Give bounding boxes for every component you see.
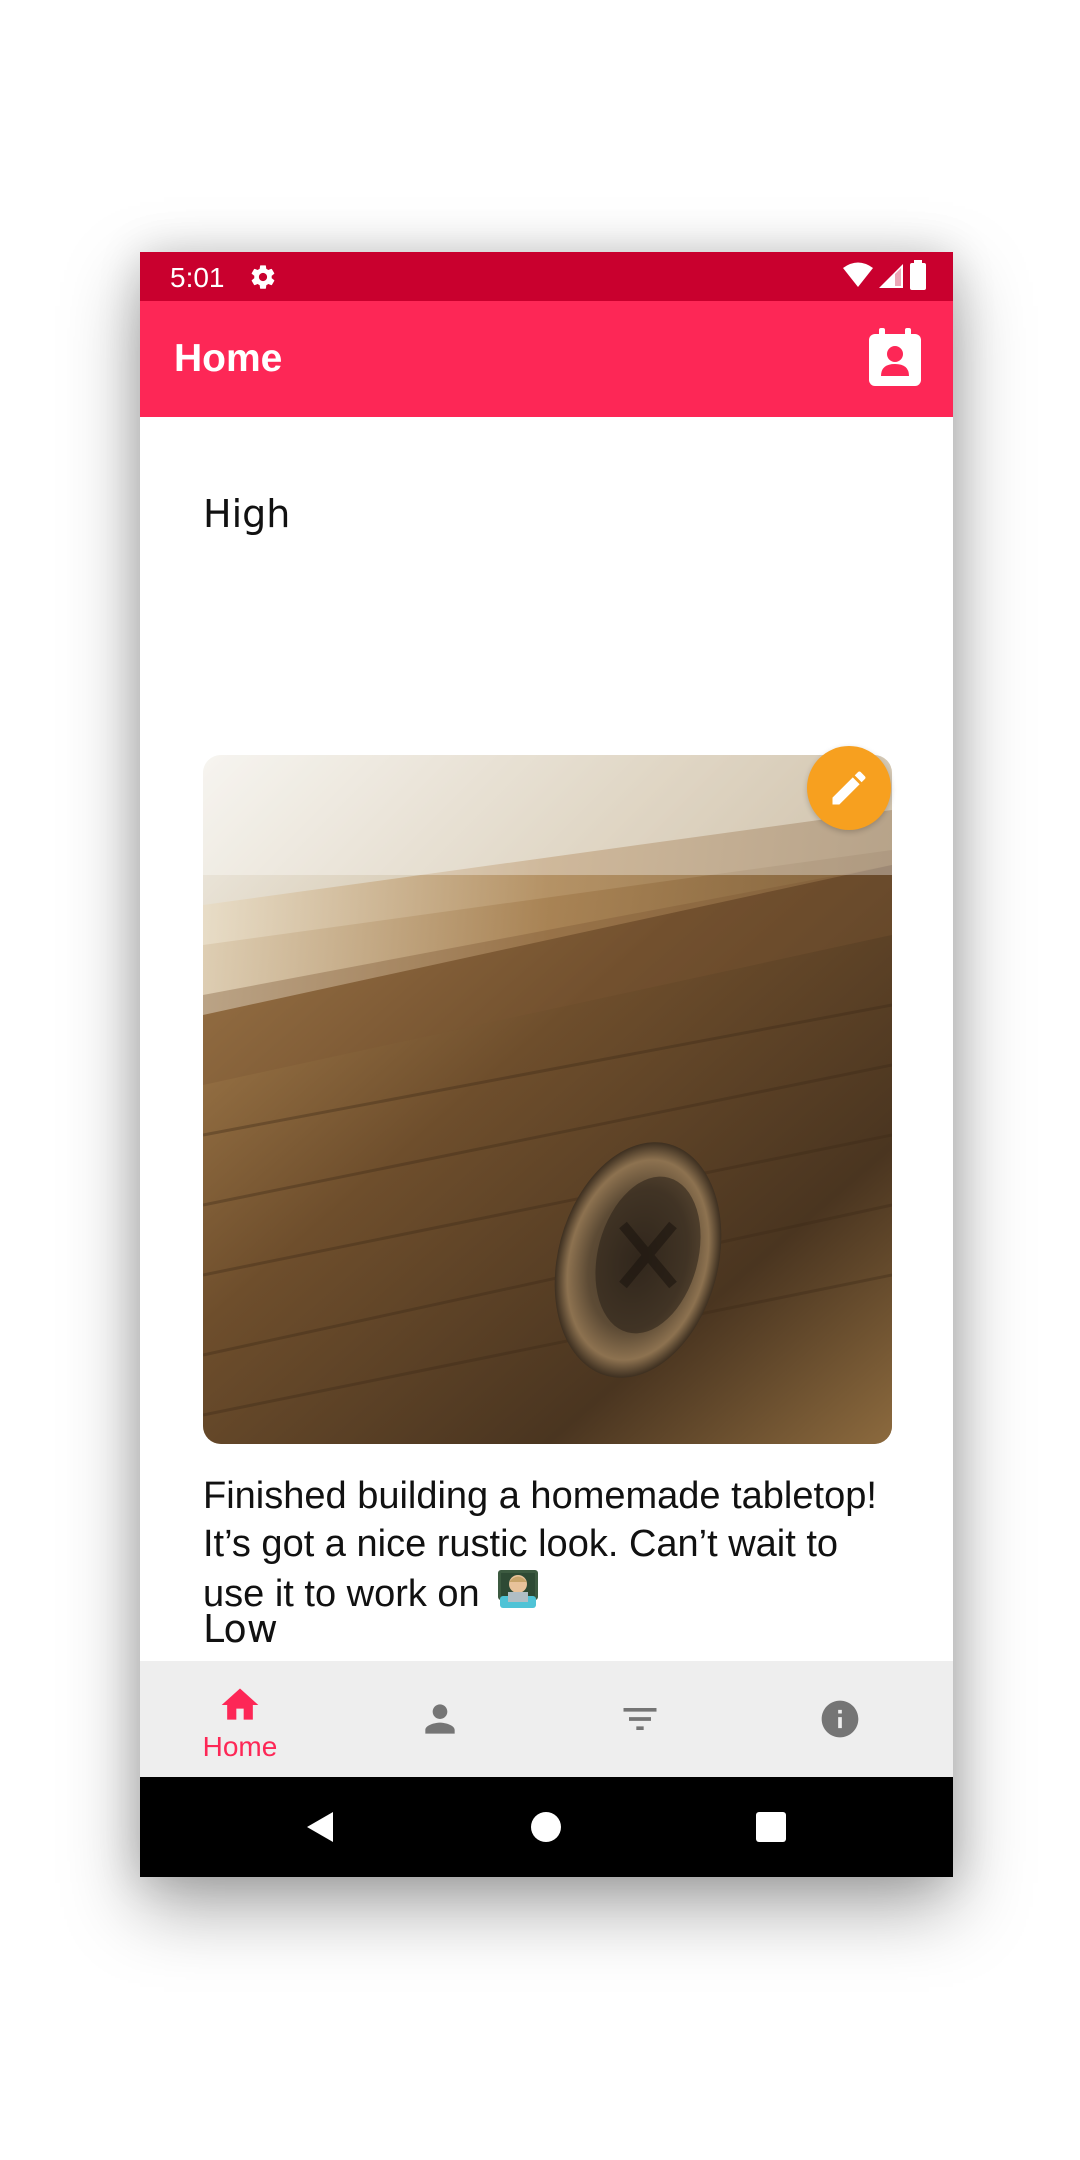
recents-icon[interactable] [754,1810,788,1844]
section-heading-low: Low [203,1607,278,1651]
nav-filter[interactable] [540,1661,740,1777]
back-icon[interactable] [303,1810,337,1844]
section-heading-high: High [203,492,291,536]
app-bar: Home [140,301,953,417]
signal-icon [879,262,903,293]
system-navigation-bar [140,1777,953,1877]
bottom-navigation: Home [140,1661,953,1777]
person-icon [425,1704,455,1734]
info-icon [821,1700,859,1738]
edit-post-button[interactable] [807,746,891,830]
feed-content[interactable]: High Finished building a homemade tablet… [140,417,953,1661]
contact-calendar-icon[interactable] [867,328,923,388]
post-image[interactable] [203,755,892,1444]
status-indicators [843,259,927,295]
nav-home[interactable]: Home [140,1661,340,1777]
nav-profile[interactable] [340,1661,540,1777]
phone-screen: 5:01 Home High Finished building a homem… [140,252,953,1877]
screen-backdrop: 5:01 Home High Finished building a homem… [0,0,1080,2160]
filter-icon [623,1708,657,1730]
nav-home-label: Home [202,1731,278,1762]
post-text: Finished building a homemade tabletop! I… [203,1472,903,1618]
page-title: Home [174,337,283,380]
wifi-icon [843,262,873,293]
battery-icon [909,259,927,295]
status-time: 5:01 [170,262,225,293]
gear-icon [249,263,277,291]
status-bar: 5:01 [140,252,953,301]
technologist-emoji [496,1568,540,1612]
nav-info[interactable] [740,1661,940,1777]
home-icon [221,1688,259,1720]
pencil-icon [832,771,866,805]
home-circle-icon[interactable] [529,1810,563,1844]
